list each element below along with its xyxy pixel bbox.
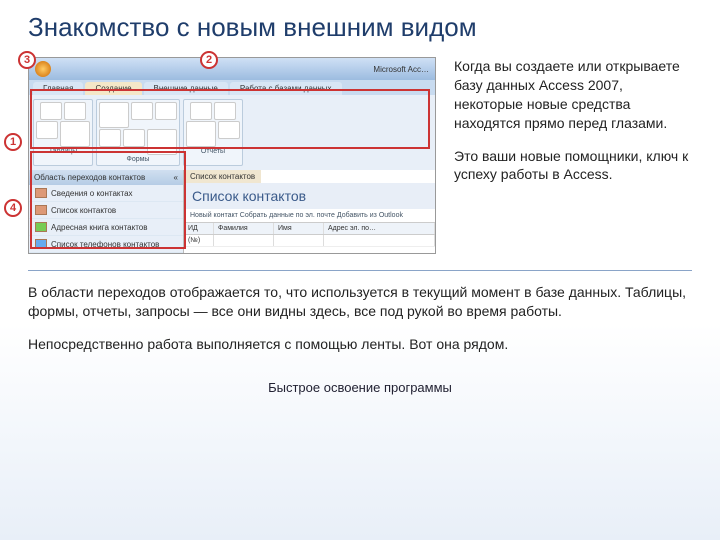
- group-label-reports: Отчеты: [201, 148, 225, 155]
- col-lastname[interactable]: Фамилия: [214, 223, 274, 234]
- callout-2: 2: [200, 51, 218, 69]
- document-tab[interactable]: Список контактов: [184, 170, 261, 183]
- nav-item[interactable]: Сведения о контактах: [29, 185, 183, 202]
- btn-multi-items[interactable]: [155, 102, 177, 120]
- document-area: Список контактов Список контактов Новый …: [184, 170, 435, 253]
- col-email[interactable]: Адрес эл. по…: [324, 223, 435, 234]
- nav-header[interactable]: Область переходов контактов «: [29, 170, 183, 185]
- tab-create[interactable]: Создание: [85, 82, 141, 95]
- btn-form[interactable]: [99, 102, 129, 128]
- footer-text: Быстрое освоение программы: [28, 380, 692, 395]
- cell: (№): [184, 235, 214, 246]
- report-icon: [35, 239, 47, 249]
- nav-item[interactable]: Список телефонов контактов: [29, 236, 183, 253]
- btn-table-design[interactable]: [60, 121, 90, 147]
- access-screenshot: Microsoft Acc… Главная Создание Внешние …: [28, 57, 436, 254]
- table-row[interactable]: (№): [184, 235, 435, 247]
- btn-form-design[interactable]: [147, 129, 177, 155]
- nav-header-label: Область переходов контактов: [34, 173, 145, 182]
- app-brand: Microsoft Acc…: [373, 65, 429, 74]
- cell: [324, 235, 435, 246]
- tab-dbtools[interactable]: Работа с базами данных: [230, 82, 342, 95]
- btn-split-form[interactable]: [131, 102, 153, 120]
- report-icon: [35, 222, 47, 232]
- btn-report[interactable]: [186, 121, 216, 147]
- ribbon: Таблицы Формы: [29, 95, 435, 170]
- nav-item-label: Адресная книга контактов: [51, 223, 147, 232]
- callout-3: 3: [18, 51, 36, 69]
- btn-table[interactable]: [40, 102, 62, 120]
- form-toolbar[interactable]: Новый контакт Собрать данные по эл. почт…: [184, 209, 435, 223]
- callout-4: 4: [4, 199, 22, 217]
- side-paragraph-1: Когда вы создаете или открываете базу да…: [454, 57, 692, 133]
- col-firstname[interactable]: Имя: [274, 223, 324, 234]
- nav-item-label: Список телефонов контактов: [51, 240, 159, 249]
- chevron-down-icon: «: [174, 173, 178, 182]
- nav-item[interactable]: Список контактов: [29, 202, 183, 219]
- group-label-forms: Формы: [127, 156, 150, 163]
- btn-form-misc2[interactable]: [123, 129, 145, 147]
- btn-table-templates[interactable]: [64, 102, 86, 120]
- btn-labels[interactable]: [190, 102, 212, 120]
- window-titlebar: Microsoft Acc…: [29, 58, 435, 80]
- form-icon: [35, 188, 47, 198]
- divider: [28, 270, 692, 271]
- side-paragraph-2: Это ваши новые помощники, ключ к успеху …: [454, 147, 692, 185]
- office-button[interactable]: [35, 61, 51, 77]
- cell: [214, 235, 274, 246]
- btn-report-wizard[interactable]: [218, 121, 240, 139]
- nav-item-label: Сведения о контактах: [51, 189, 133, 198]
- nav-item[interactable]: Адресная книга контактов: [29, 219, 183, 236]
- nav-item-label: Список контактов: [51, 206, 116, 215]
- body-paragraph-2: Непосредственно работа выполняется с пом…: [28, 335, 692, 354]
- ribbon-group-forms: Формы: [96, 99, 180, 166]
- form-icon: [35, 205, 47, 215]
- callout-1: 1: [4, 133, 22, 151]
- btn-sharepoint[interactable]: [36, 121, 58, 139]
- group-label-tables: Таблицы: [49, 148, 78, 155]
- ribbon-tabs: Главная Создание Внешние данные Работа с…: [29, 80, 435, 95]
- slide-title: Знакомство с новым внешним видом: [28, 12, 692, 43]
- cell: [274, 235, 324, 246]
- screenshot-container: 1 2 3 4 Microsoft Acc… Главная Создание …: [28, 57, 436, 254]
- ribbon-group-tables: Таблицы: [33, 99, 93, 166]
- ribbon-group-reports: Отчеты: [183, 99, 243, 166]
- tab-external[interactable]: Внешние данные: [144, 82, 228, 95]
- btn-blank-report[interactable]: [214, 102, 236, 120]
- form-title: Список контактов: [184, 183, 435, 209]
- body-paragraph-1: В области переходов отображается то, что…: [28, 283, 692, 321]
- col-id[interactable]: ИД: [184, 223, 214, 234]
- btn-form-misc1[interactable]: [99, 129, 121, 147]
- side-text: Когда вы создаете или открываете базу да…: [454, 57, 692, 254]
- tab-home[interactable]: Главная: [33, 82, 83, 95]
- table-header: ИД Фамилия Имя Адрес эл. по…: [184, 223, 435, 235]
- navigation-pane: Область переходов контактов « Сведения о…: [29, 170, 184, 253]
